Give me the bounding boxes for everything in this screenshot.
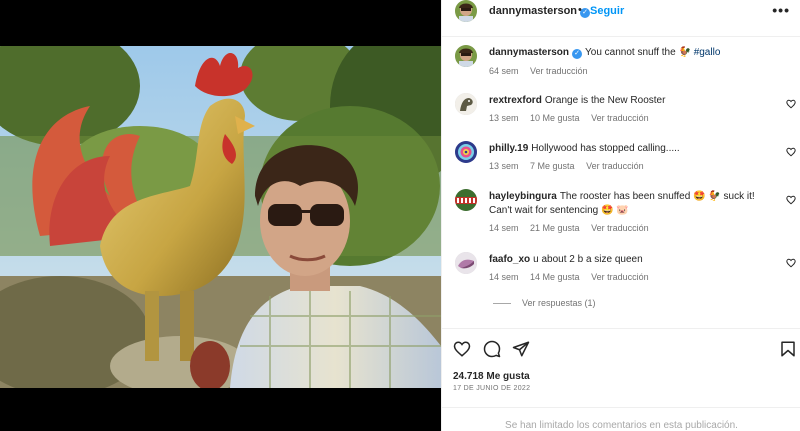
post-header: dannymasterson ✓ • Seguir •••	[442, 0, 800, 23]
comment-text: faafo_xo u about 2 b a size queen	[489, 254, 643, 265]
likes-count[interactable]: 24.718 Me gusta	[453, 371, 530, 382]
caption-meta: 64 sem Ver traducción	[489, 66, 597, 76]
see-translation-link[interactable]: Ver traducción	[586, 161, 644, 171]
comment-meta: 13 sem 10 Me gusta Ver traducción	[489, 113, 658, 123]
comment-username[interactable]: hayleybingura	[489, 191, 557, 202]
post-date: 17 DE JUNIO DE 2022	[453, 385, 531, 392]
caption-time: 64 sem	[489, 66, 519, 76]
see-translation-link[interactable]: Ver traducción	[591, 272, 649, 282]
author-avatar[interactable]	[455, 0, 477, 22]
caption-username[interactable]: dannymasterson	[489, 47, 569, 58]
bookmark-icon[interactable]	[779, 340, 797, 358]
comment-meta: 13 sem 7 Me gusta Ver traducción	[489, 161, 653, 171]
hashtag-link[interactable]: #gallo	[694, 47, 721, 58]
comment-likes[interactable]: 7 Me gusta	[530, 161, 575, 171]
comment-avatar[interactable]	[455, 189, 477, 211]
header-separator: •	[578, 4, 582, 16]
comment-likes[interactable]: 21 Me gusta	[530, 223, 580, 233]
comment-text: rextrexford Orange is the New Rooster	[489, 95, 666, 106]
post-actions-section: 24.718 Me gusta 17 DE JUNIO DE 2022 Se h…	[442, 328, 800, 431]
post-photo[interactable]	[0, 46, 441, 388]
see-translation-link[interactable]: Ver traducción	[530, 66, 588, 76]
heart-icon[interactable]	[453, 340, 471, 358]
comment-meta: 14 sem 14 Me gusta Ver traducción	[489, 272, 658, 282]
like-comment-heart-icon[interactable]	[786, 99, 796, 109]
caption-avatar[interactable]	[455, 45, 477, 67]
see-translation-link[interactable]: Ver traducción	[591, 113, 649, 123]
see-translation-link[interactable]: Ver traducción	[591, 223, 649, 233]
comment-time: 13 sem	[489, 161, 519, 171]
comment-username[interactable]: faafo_xo	[489, 254, 530, 265]
author-username[interactable]: dannymasterson ✓	[489, 5, 591, 18]
verified-badge-icon: ✓	[572, 49, 583, 59]
replies-divider	[493, 303, 511, 305]
comment-text: hayleybingura The rooster has been snuffe…	[489, 191, 755, 216]
comment-meta: 14 sem 21 Me gusta Ver traducción	[489, 223, 658, 233]
comment-icon[interactable]	[483, 340, 501, 358]
comment-likes[interactable]: 10 Me gusta	[530, 113, 580, 123]
caption-text: dannymasterson ✓ You cannot snuff the 🐓 #g…	[489, 47, 721, 59]
comment-time: 14 sem	[489, 223, 519, 233]
comment-avatar[interactable]	[455, 93, 477, 115]
comments-limited-notice: Se han limitado los comentarios en esta …	[442, 407, 800, 431]
like-comment-heart-icon[interactable]	[786, 258, 796, 268]
comment-avatar[interactable]	[455, 252, 477, 274]
like-comment-heart-icon[interactable]	[786, 195, 796, 205]
comment-likes[interactable]: 14 Me gusta	[530, 272, 580, 282]
post-media-area	[0, 0, 441, 431]
view-replies-button[interactable]: Ver respuestas (1)	[493, 298, 596, 308]
comment-avatar[interactable]	[455, 141, 477, 163]
comment-time: 14 sem	[489, 272, 519, 282]
like-comment-heart-icon[interactable]	[786, 147, 796, 157]
comment-time: 13 sem	[489, 113, 519, 123]
post-side-panel: dannymasterson ✓ • Seguir ••• dannymaster…	[441, 0, 800, 431]
comment-text: philly.19 Hollywood has stopped calling..…	[489, 143, 680, 154]
comment-username[interactable]: rextrexford	[489, 95, 542, 106]
selfie-with-rooster-statue	[0, 46, 441, 388]
comment-username[interactable]: philly.19	[489, 143, 528, 154]
more-options-icon[interactable]: •••	[772, 2, 790, 18]
follow-button[interactable]: Seguir	[590, 5, 624, 17]
share-icon[interactable]	[512, 340, 530, 358]
comments-list[interactable]: dannymasterson ✓ You cannot snuff the 🐓 #g…	[442, 36, 800, 328]
